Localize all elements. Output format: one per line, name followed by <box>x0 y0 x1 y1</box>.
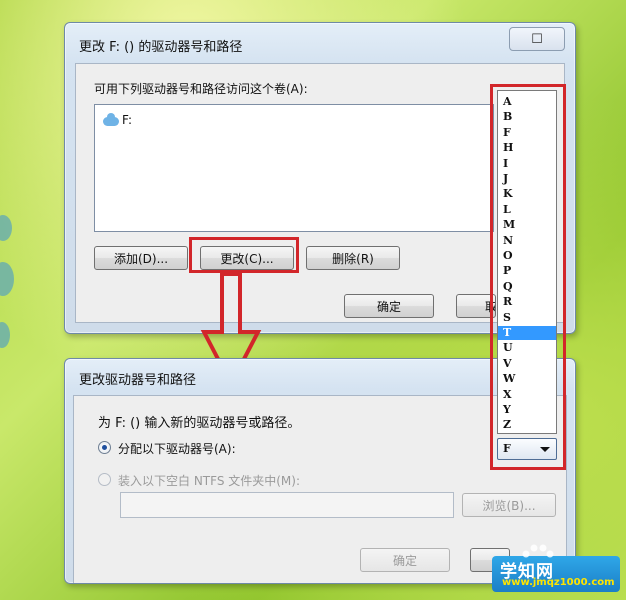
close-icon: ☐ <box>531 31 543 47</box>
list-item[interactable]: F: <box>103 113 132 127</box>
drive-path-listbox[interactable]: F: <box>94 104 494 232</box>
screenshot-stage: 更改 F: () 的驱动器号和路径 ☐ 可用下列驱动器号和路径访问这个卷(A):… <box>0 0 626 600</box>
edit-instruction-label: 为 F: () 输入新的驱动器号或路径。 <box>98 416 301 431</box>
watermark-url: www.jmqz1000.com <box>502 577 615 588</box>
access-instruction-label: 可用下列驱动器号和路径访问这个卷(A): <box>94 82 308 96</box>
ok-button[interactable]: 确定 <box>344 294 434 318</box>
change-button-highlight <box>189 237 299 273</box>
list-item-label: F: <box>122 113 133 127</box>
mount-folder-radio[interactable] <box>98 473 111 486</box>
browse-button[interactable]: 浏览(B)... <box>462 493 556 517</box>
site-watermark-logo: 学知网 www.jmqz1000.com <box>492 544 620 592</box>
add-button[interactable]: 添加(D)... <box>94 246 188 270</box>
ok-button[interactable]: 确定 <box>360 548 450 572</box>
dialog-title: 更改驱动器号和路径 <box>79 373 197 388</box>
folder-path-input[interactable] <box>120 492 454 518</box>
background-decoration <box>0 215 12 241</box>
background-decoration <box>0 262 14 296</box>
mount-folder-label: 装入以下空白 NTFS 文件夹中(M): <box>118 474 301 488</box>
drive-list-highlight <box>490 84 566 470</box>
assign-letter-label: 分配以下驱动器号(A): <box>118 442 236 456</box>
close-button[interactable]: ☐ <box>509 27 565 51</box>
drive-cloud-icon <box>103 113 119 126</box>
delete-button[interactable]: 删除(R) <box>306 246 400 270</box>
assign-letter-radio[interactable] <box>98 441 111 454</box>
background-decoration <box>0 322 10 348</box>
dialog-title: 更改 F: () 的驱动器号和路径 <box>79 40 243 55</box>
